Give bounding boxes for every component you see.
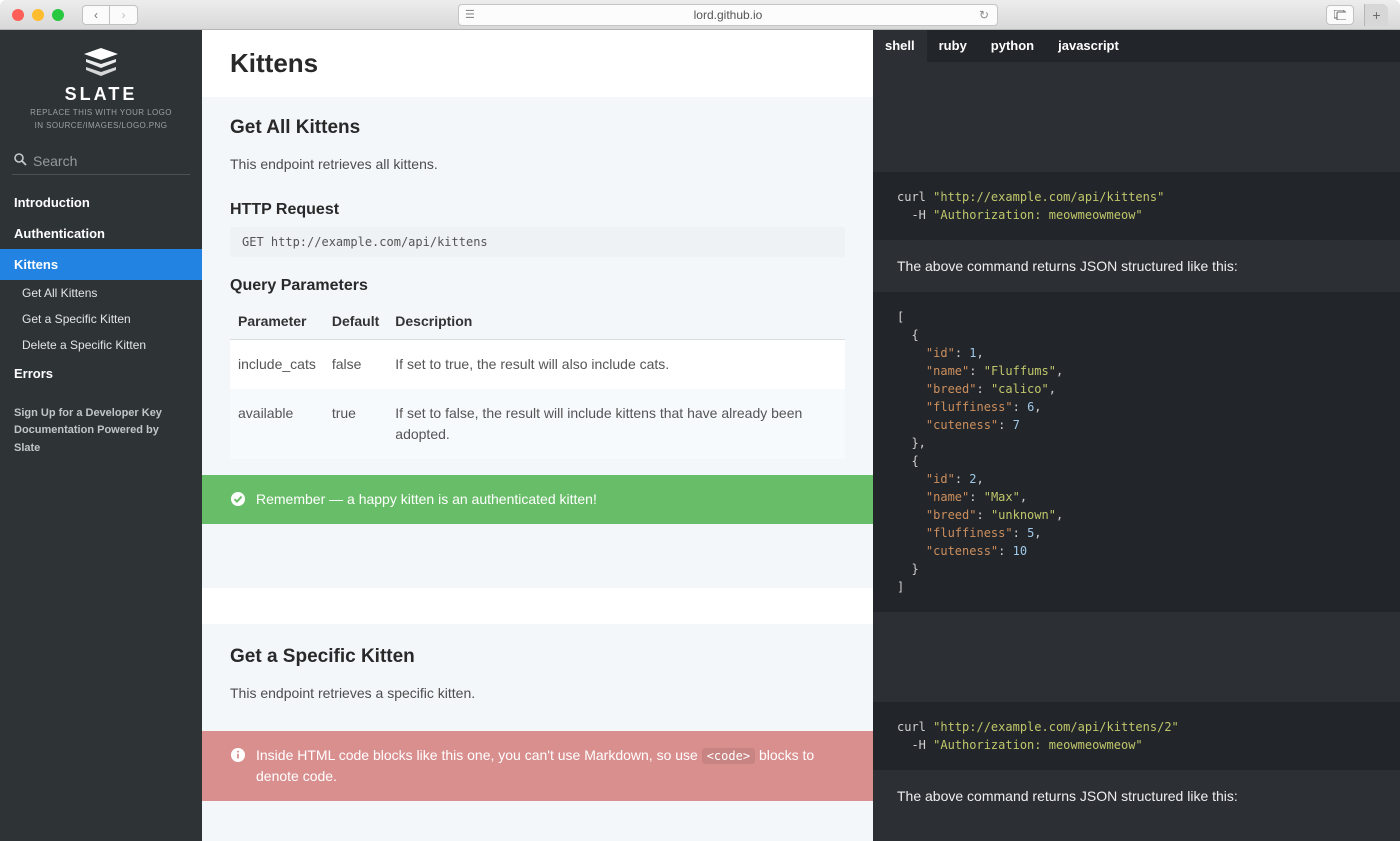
code-block-curl-2: curl "http://example.com/api/kittens/2" … bbox=[873, 702, 1400, 770]
notice-warning: Inside HTML code blocks like this one, y… bbox=[202, 731, 873, 801]
code-block-curl-1: curl "http://example.com/api/kittens" -H… bbox=[873, 172, 1400, 240]
table-row: available true If set to false, the resu… bbox=[230, 389, 845, 459]
search-icon bbox=[14, 153, 27, 169]
maximize-window-button[interactable] bbox=[52, 9, 64, 21]
info-circle-icon bbox=[230, 747, 246, 763]
nav-get-specific-kitten[interactable]: Get a Specific Kitten bbox=[0, 306, 202, 332]
address-url: lord.github.io bbox=[694, 8, 763, 22]
notice-success-text: Remember — a happy kitten is an authenti… bbox=[256, 489, 597, 510]
minimize-window-button[interactable] bbox=[32, 9, 44, 21]
nav-authentication[interactable]: Authentication bbox=[0, 218, 202, 249]
nav-kittens[interactable]: Kittens bbox=[0, 249, 202, 280]
lang-tab-ruby[interactable]: ruby bbox=[927, 30, 979, 62]
col-default: Default bbox=[324, 303, 387, 340]
slate-icon bbox=[10, 48, 192, 78]
lang-tab-javascript[interactable]: javascript bbox=[1046, 30, 1131, 62]
sidebar-footer: Sign Up for a Developer Key Documentatio… bbox=[0, 389, 202, 474]
param-desc: If set to false, the result will include… bbox=[387, 389, 845, 459]
table-row: include_cats false If set to true, the r… bbox=[230, 340, 845, 390]
nav-introduction[interactable]: Introduction bbox=[0, 187, 202, 218]
section-get-specific-kitten-heading: Get a Specific Kitten bbox=[230, 646, 845, 668]
check-circle-icon bbox=[230, 491, 246, 507]
traffic-lights bbox=[12, 9, 64, 21]
language-tabs: shell ruby python javascript bbox=[873, 30, 1400, 62]
back-button[interactable]: ‹ bbox=[82, 5, 110, 25]
param-name: available bbox=[230, 389, 324, 459]
content-column: Kittens Get All Kittens This endpoint re… bbox=[202, 30, 873, 841]
query-parameters-heading: Query Parameters bbox=[230, 277, 845, 295]
nav-buttons: ‹ › bbox=[82, 5, 138, 25]
section2-desc: This endpoint retrieves a specific kitte… bbox=[230, 682, 845, 704]
nav-delete-specific-kitten[interactable]: Delete a Specific Kitten bbox=[0, 332, 202, 358]
logo-subtitle-2: IN SOURCE/IMAGES/LOGO.PNG bbox=[10, 121, 192, 131]
code-column: shell ruby python javascript curl "http:… bbox=[873, 30, 1400, 841]
logo: SLATE REPLACE THIS WITH YOUR LOGO IN SOU… bbox=[0, 30, 202, 142]
sidebar: SLATE REPLACE THIS WITH YOUR LOGO IN SOU… bbox=[0, 30, 202, 841]
search-input[interactable] bbox=[33, 153, 214, 169]
tabs-button[interactable] bbox=[1326, 5, 1354, 25]
http-request-code: GET http://example.com/api/kittens bbox=[230, 227, 845, 257]
nav-list: Introduction Authentication Kittens Get … bbox=[0, 187, 202, 389]
search-box[interactable] bbox=[12, 148, 190, 175]
param-desc: If set to true, the result will also inc… bbox=[387, 340, 845, 390]
http-request-heading: HTTP Request bbox=[230, 201, 845, 219]
logo-subtitle-1: REPLACE THIS WITH YOUR LOGO bbox=[10, 108, 192, 118]
lang-tab-shell[interactable]: shell bbox=[873, 30, 927, 62]
col-parameter: Parameter bbox=[230, 303, 324, 340]
nav-get-all-kittens[interactable]: Get All Kittens bbox=[0, 280, 202, 306]
section1-desc: This endpoint retrieves all kittens. bbox=[230, 153, 845, 175]
section-get-all-kittens-heading: Get All Kittens bbox=[230, 117, 845, 139]
logo-title: SLATE bbox=[10, 84, 192, 105]
nav-errors[interactable]: Errors bbox=[0, 358, 202, 389]
param-name: include_cats bbox=[230, 340, 324, 390]
reader-icon: ☰ bbox=[465, 8, 475, 21]
param-default: false bbox=[324, 340, 387, 390]
col-description: Description bbox=[387, 303, 845, 340]
query-params-table: Parameter Default Description include_ca… bbox=[230, 303, 845, 459]
powered-by-link[interactable]: Documentation Powered by Slate bbox=[14, 422, 188, 457]
forward-button[interactable]: › bbox=[110, 5, 138, 25]
close-window-button[interactable] bbox=[12, 9, 24, 21]
code-note-1: The above command returns JSON structure… bbox=[873, 240, 1400, 292]
code-block-json-1: [ { "id": 1, "name": "Fluffums", "breed"… bbox=[873, 292, 1400, 612]
param-default: true bbox=[324, 389, 387, 459]
address-bar[interactable]: ☰ lord.github.io ↻ bbox=[458, 4, 998, 26]
lang-tab-python[interactable]: python bbox=[979, 30, 1046, 62]
browser-chrome: ‹ › ☰ lord.github.io ↻ + bbox=[0, 0, 1400, 30]
page-title: Kittens bbox=[230, 48, 845, 79]
notice-success: Remember — a happy kitten is an authenti… bbox=[202, 475, 873, 524]
refresh-icon[interactable]: ↻ bbox=[979, 8, 989, 22]
signup-link[interactable]: Sign Up for a Developer Key bbox=[14, 405, 188, 423]
new-tab-button[interactable]: + bbox=[1364, 4, 1388, 26]
code-note-2: The above command returns JSON structure… bbox=[873, 770, 1400, 822]
notice-warning-text: Inside HTML code blocks like this one, y… bbox=[256, 745, 845, 787]
